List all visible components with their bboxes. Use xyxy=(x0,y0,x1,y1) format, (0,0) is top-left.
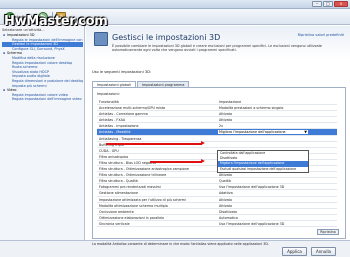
row-setting: Attivata xyxy=(219,118,232,123)
row-setting: Modalità prestazioni a schermo singolo xyxy=(219,106,284,111)
row-feature: Filtro struttura - Bias LOD negativo xyxy=(99,160,157,165)
maximize-button[interactable]: □ xyxy=(323,1,333,7)
tree-item[interactable]: Regola impostazioni dell'immagine video xyxy=(2,97,83,102)
page-title: Gestisci le impostazioni 3D xyxy=(112,33,221,42)
row-feature: Fotogrammi pre-renderizzati massimi xyxy=(99,185,161,190)
row-setting: Disattivato xyxy=(219,209,237,214)
task-label: Selezionare un'attività... xyxy=(2,28,45,32)
description-text: La modalità Antialias consente di determ… xyxy=(92,242,269,246)
row-feature: Impostazione ottimizzata per l'utilizzo … xyxy=(99,197,186,202)
row-feature: Antialias - FXAA xyxy=(99,118,126,123)
row-setting: Attivato xyxy=(219,203,232,208)
row-feature: Filtro struttura - Qualità xyxy=(99,179,138,184)
cancel-button[interactable]: Annulla xyxy=(311,247,336,256)
settings-label: Uso le seguenti impostazioni 3D: xyxy=(92,70,152,74)
row-setting: Attivato xyxy=(219,173,232,178)
row-feature: Sincronia verticale xyxy=(99,221,130,226)
row-setting: Attivato xyxy=(219,197,232,202)
task-tree: Impostazioni 3D Regola le impostazioni d… xyxy=(2,33,83,102)
select-value: Migliora l'impostazione dell'applicazion… xyxy=(219,130,286,135)
row-setting: Automatica xyxy=(219,215,238,220)
row-setting: 2x xyxy=(219,124,224,129)
close-button[interactable]: × xyxy=(334,1,348,7)
antialias-mode-select[interactable]: Migliora l'impostazione dell'applicazion… xyxy=(217,129,309,136)
bottom-bar: La modalità Antialias consente di determ… xyxy=(0,240,350,257)
annotation-arrow xyxy=(150,159,205,163)
apply-button[interactable]: Applica xyxy=(282,247,307,256)
row-feature: Antialias - Modalità xyxy=(99,130,131,135)
table-header-setting: Impostazione xyxy=(219,100,242,104)
main-panel: Gestisci le impostazioni 3D Ripristina v… xyxy=(86,26,350,248)
row-setting: Usa l'impostazione dell'applicazione 3D xyxy=(219,221,285,226)
3d-settings-icon xyxy=(94,32,108,46)
row-feature: Antialiasing - Trasparenza xyxy=(99,136,142,141)
minimize-button[interactable]: – xyxy=(312,1,322,7)
table-row[interactable]: Sincronia verticale Usa l'impostazione de… xyxy=(97,221,337,227)
row-feature: Filtro struttura - Ottimizzazione trilin… xyxy=(99,173,167,178)
row-feature: Modalità ottimizzazione schermo multiplo xyxy=(99,203,168,208)
settings-panel: Impostazioni: Funzionalità Impostazione A… xyxy=(92,87,346,239)
antialias-mode-dropdown: Controllata dall'applicazione Disattivat… xyxy=(217,150,309,173)
row-feature: Antialias - Impostazione xyxy=(99,124,139,129)
window-controls: – □ × xyxy=(312,1,348,7)
row-setting: Qualità xyxy=(219,179,231,184)
row-feature: CUDA - GPU xyxy=(99,148,119,153)
window-titlebar: – □ × xyxy=(0,0,350,9)
row-feature: Antialias - Correzione gamma xyxy=(99,112,148,117)
left-panel: Selezionare un'attività... Impostazioni … xyxy=(0,26,85,248)
restore-button[interactable]: Ripristina xyxy=(317,229,339,235)
annotation-arrow xyxy=(106,141,205,145)
row-feature: Filtro anisotropico xyxy=(99,154,129,159)
table-header-feature: Funzionalità xyxy=(99,100,119,104)
settings-grid-label: Impostazioni: xyxy=(97,92,120,96)
page-description: È possibile cambiare le impostazioni 3D … xyxy=(112,44,322,53)
row-feature: Gestione alimentazione xyxy=(99,191,138,196)
restore-defaults-link[interactable]: Ripristina valori predefiniti xyxy=(298,33,344,37)
row-feature: Filtro struttura - Ottimizzazione anisot… xyxy=(99,167,189,172)
row-feature: Ottimizzazione elaborazioni in parallelo xyxy=(99,215,165,220)
row-setting: Usa l'impostazione dell'applicazione 3D xyxy=(219,185,285,190)
dropdown-option[interactable]: Escludi qualsiasi impostazione dell'appl… xyxy=(218,167,308,172)
row-feature: Occlusione ambiente xyxy=(99,209,134,214)
row-feature: Accelerazione multi-schermo/GPU mista xyxy=(99,106,166,111)
page-header: Gestisci le impostazioni 3D Ripristina v… xyxy=(86,26,350,60)
row-setting: Attivata xyxy=(219,112,232,117)
row-setting: Adattiva xyxy=(219,191,233,196)
